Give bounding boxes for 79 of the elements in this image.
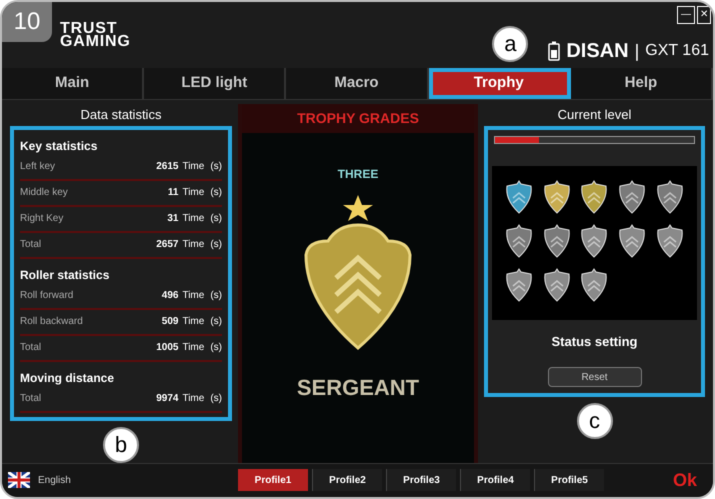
rank-badge-icon: [504, 268, 534, 302]
page-number-badge: 10: [2, 2, 52, 42]
rank-label: SERGEANT: [296, 374, 420, 402]
tab[interactable]: Main: [2, 68, 144, 99]
separator: |: [634, 40, 640, 63]
grade-label: THREE: [338, 166, 378, 183]
rank-badge-icon: [579, 224, 610, 258]
battery-icon: [548, 41, 560, 61]
rank-badge-icon: [617, 224, 648, 258]
profile-tab[interactable]: Profile4: [460, 469, 530, 492]
stat-unit: Time: [182, 315, 204, 330]
profile-tab[interactable]: Profile2: [312, 469, 382, 492]
rank-badge-icon: [504, 224, 534, 258]
stat-value: 509: [162, 315, 178, 330]
stat-suffix: (s): [210, 392, 222, 406]
stat-suffix: (s): [210, 238, 222, 252]
device-model: GXT 161: [645, 41, 709, 61]
panel-title: Current level: [556, 106, 632, 124]
stat-unit: Time: [182, 160, 204, 174]
status-title: Status setting: [550, 332, 638, 351]
group-title: Key statistics: [20, 138, 98, 155]
minimize-button[interactable]: —: [677, 6, 695, 24]
tab[interactable]: Help: [570, 68, 713, 99]
tab[interactable]: LED light: [144, 68, 286, 99]
stat-unit: Time: [182, 212, 204, 226]
logo: TRUST GAMING: [60, 22, 131, 48]
tab[interactable]: Trophy: [428, 68, 571, 99]
stat-label: Total: [20, 392, 42, 406]
stat-value: 11: [168, 186, 178, 200]
stat-value: 1005: [156, 341, 178, 356]
stat-suffix: (s): [210, 315, 222, 330]
stat-suffix: (s): [210, 341, 222, 356]
stat-unit: Time: [182, 238, 204, 252]
close-button[interactable]: ✕: [697, 6, 711, 24]
rank-badge-icon: [504, 180, 534, 214]
panel-title: Data statistics: [80, 106, 162, 124]
ok-button[interactable]: Ok: [672, 466, 697, 494]
stat-suffix: (s): [210, 186, 222, 200]
rank-badge-icon: [542, 180, 572, 214]
group-title: Roller statistics: [20, 266, 110, 284]
profile-tab[interactable]: Profile3: [386, 469, 456, 492]
stat-unit: Time: [182, 186, 204, 200]
stat-suffix: (s): [210, 212, 222, 226]
rank-badge-icon: [617, 180, 648, 214]
stat-unit: Time: [182, 392, 204, 406]
group-title: Moving distance: [20, 370, 116, 387]
rank-badge-icon: [655, 180, 686, 214]
stat-label: Left key: [20, 160, 56, 174]
stat-label: Roll forward: [20, 289, 74, 304]
language-label: English: [38, 474, 72, 488]
callout-marker: b: [103, 426, 139, 463]
stat-suffix: (s): [210, 160, 222, 174]
rank-badge-icon: [655, 224, 686, 258]
stat-suffix: (s): [210, 289, 222, 304]
stat-label: Total: [20, 238, 42, 252]
rank-badge-icon: [579, 268, 610, 302]
stat-unit: Time: [182, 341, 204, 356]
stat-label: Middle key: [20, 186, 69, 200]
stat-value: 9974: [156, 392, 178, 406]
rank-badge-icon: [542, 268, 572, 302]
stat-label: Total: [20, 341, 42, 356]
profile-tab[interactable]: Profile1: [238, 469, 308, 492]
device-name: DISAN: [566, 39, 629, 64]
reset-button[interactable]: Reset: [548, 367, 642, 388]
stat-value: 2657: [156, 238, 178, 252]
stat-label: Roll backward: [20, 315, 84, 330]
stat-value: 2615: [156, 160, 178, 174]
stat-value: 496: [162, 289, 178, 304]
stat-unit: Time: [182, 289, 204, 304]
callout-marker: a: [492, 26, 528, 62]
rank-badge-icon: [579, 180, 610, 214]
stat-label: Right Key: [20, 212, 64, 226]
callout-marker: c: [576, 403, 612, 440]
tab[interactable]: Macro: [286, 68, 429, 99]
flag-icon: [8, 472, 30, 488]
rank-badge-icon: [542, 224, 572, 258]
profile-tab[interactable]: Profile5: [534, 469, 604, 492]
trophy-title: TROPHY GRADES: [242, 104, 474, 133]
stat-value: 31: [167, 212, 178, 226]
